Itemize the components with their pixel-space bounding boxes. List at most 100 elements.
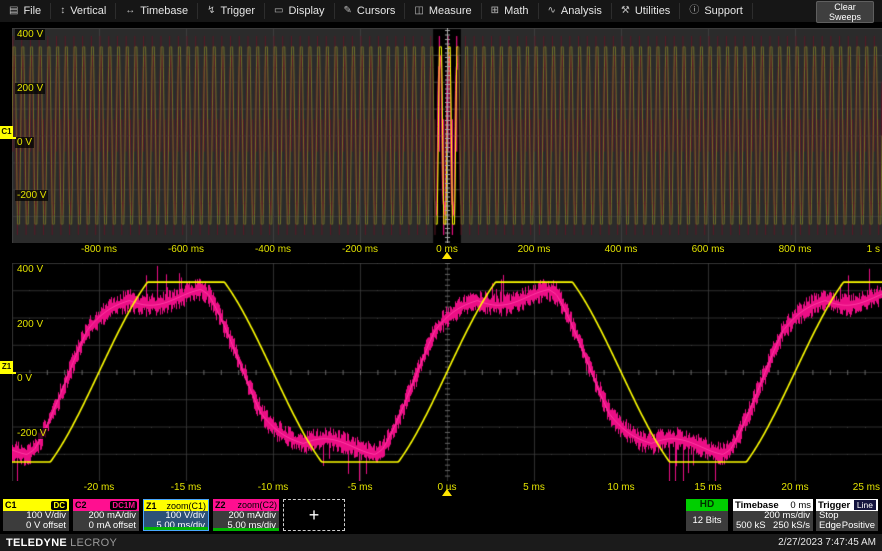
analysis-icon: ∿ (548, 6, 556, 16)
zoom-trace-label: Z2 (215, 500, 226, 510)
measure-icon: ◫ (414, 6, 423, 16)
z1-zero-marker[interactable]: Z1 (0, 361, 13, 372)
c1-zero-marker-tail (0, 137, 16, 139)
descriptor-row: C1 DC 100 V/div 0 V offset C2 DC1M 200 m… (0, 499, 882, 532)
menu-label: Support (704, 5, 743, 17)
time-tick-label: 200 ms (516, 244, 553, 256)
menu-label: Timebase (140, 5, 188, 17)
trigger-type: Edge (819, 521, 841, 531)
time-tick-label: 1 s (865, 244, 882, 256)
timebase-summary-box[interactable]: Timebase 0 ms 200 ms/div 500 kS 250 kS/s (733, 499, 813, 531)
time-tick-label: 5 ms (521, 482, 547, 494)
voltage-tick-label: -200 V (15, 428, 48, 439)
coupling-badge: DC1M (110, 501, 137, 510)
hd-mode-box[interactable]: HD 12 Bits (686, 499, 728, 531)
hd-mode-label: HD (686, 499, 728, 511)
trigger-slope: Positive (842, 521, 875, 531)
math-icon: ⊞ (491, 6, 499, 16)
menu-item-measure[interactable]: ◫ Measure (405, 3, 481, 19)
menu-label: Measure (429, 5, 472, 17)
c1-zero-marker[interactable]: C1 (0, 126, 13, 137)
brand-product: LECROY (70, 537, 117, 549)
cursors-icon: ✎ (344, 6, 352, 16)
voltage-tick-label: 400 V (15, 264, 45, 275)
support-icon: ⓘ (689, 6, 699, 16)
descriptor-c2[interactable]: C2 DC1M 200 mA/div 0 mA offset (73, 499, 139, 531)
channel-label: C1 (5, 500, 17, 510)
display-icon: ▭ (274, 6, 283, 16)
clear-sweeps-button[interactable]: Clear Sweeps (816, 1, 874, 23)
trigger-source-badge: Line (854, 500, 876, 510)
menu-item-trigger[interactable]: ↯ Trigger (198, 3, 265, 19)
menu-item-utilities[interactable]: ⚒Utilities (612, 3, 680, 19)
zoom-trace-label: Z1 (146, 501, 157, 511)
voltage-tick-label: 400 V (15, 29, 45, 40)
channel-label: C2 (75, 500, 87, 510)
menu-item-support[interactable]: ⓘ Support (680, 3, 753, 19)
menu-item-timebase[interactable]: ↔ Timebase (116, 3, 198, 19)
trigger-summary-box[interactable]: Trigger Line Stop Edge Positive (816, 499, 878, 531)
menu-label: File (23, 5, 41, 17)
vertical-icon: ↕ (60, 6, 65, 16)
plus-icon: + (309, 505, 320, 526)
file-icon: ▤ (9, 6, 18, 16)
voltage-tick-label: -200 V (15, 190, 48, 201)
time-tick-label: 25 ms (851, 482, 882, 494)
sample-count: 500 kS (736, 521, 766, 531)
zoom-link-indicator (213, 528, 279, 531)
time-tick-label: -200 ms (340, 244, 380, 256)
menu-item-cursors[interactable]: ✎ Cursors (335, 3, 406, 19)
menu-item-vertical[interactable]: ↕ Vertical (51, 3, 116, 19)
menu-item-file[interactable]: ▤ File (0, 3, 51, 19)
menu-item-analysis[interactable]: ∿ Analysis (539, 3, 612, 19)
offset-value: 0 mA offset (73, 521, 139, 531)
time-tick-label: -800 ms (79, 244, 119, 256)
utilities-icon: ⚒ (621, 6, 630, 16)
time-tick-label: -600 ms (166, 244, 206, 256)
resolution-label: 12 Bits (686, 511, 728, 531)
menu-item-math[interactable]: ⊞ Math (482, 3, 539, 19)
zoom-graticule: 400 V200 V0 V-200 V Z1 -20 ms-15 ms-10 m… (0, 259, 882, 498)
time-tick-label: 20 ms (779, 482, 810, 494)
add-trace-button[interactable]: + (283, 499, 345, 531)
zoom-waveform-canvas[interactable] (12, 263, 882, 481)
descriptor-z1[interactable]: Z1 zoom(C1) 100 V/div 5.00 ms/div (143, 499, 209, 531)
zoom-source-label: zoom(C2) (237, 500, 277, 510)
timebase-title: Timebase (735, 500, 779, 511)
trigger-icon: ↯ (207, 6, 215, 16)
time-tick-label: 400 ms (603, 244, 640, 256)
time-tick-label: -15 ms (169, 482, 204, 494)
descriptor-z2[interactable]: Z2 zoom(C2) 200 mA/div 5.00 ms/div (213, 499, 279, 531)
offset-value: 0 V offset (3, 521, 69, 531)
time-tick-label: -10 ms (256, 482, 291, 494)
menu-label: Analysis (561, 5, 602, 17)
voltage-tick-label: 0 V (15, 137, 34, 148)
trigger-title: Trigger (818, 500, 850, 511)
trigger-time-marker-main[interactable] (442, 252, 452, 259)
oscilloscope-app: ▤ File ↕ Vertical ↔ Timebase ↯ Trigger ▭Disp… (0, 0, 882, 551)
menu-bar: ▤ File ↕ Vertical ↔ Timebase ↯ Trigger ▭Disp… (0, 0, 882, 23)
menu-label: Trigger (221, 5, 255, 17)
time-tick-label: 600 ms (690, 244, 727, 256)
datetime-status: 2/27/2023 7:47:45 AM (778, 537, 876, 548)
zoom-source-label: zoom(C1) (166, 501, 206, 511)
z1-zero-marker-tail (0, 372, 16, 374)
menu-label: Math (504, 5, 528, 17)
main-waveform-canvas[interactable] (12, 28, 882, 243)
time-tick-label: -20 ms (82, 482, 117, 494)
time-tick-label: 800 ms (777, 244, 814, 256)
trigger-time-marker-zoom[interactable] (442, 489, 452, 496)
zoom-link-indicator (144, 527, 208, 530)
menu-label: Vertical (70, 5, 106, 17)
brand-vendor: TELEDYNE (6, 537, 67, 549)
status-bar: TELEDYNELECROY 2/27/2023 7:47:45 AM (0, 533, 882, 551)
time-tick-label: 10 ms (605, 482, 636, 494)
time-tick-label: -400 ms (253, 244, 293, 256)
timebase-icon: ↔ (125, 6, 135, 16)
main-graticule: 400 V200 V0 V-200 V C1 -800 ms-600 ms-40… (0, 23, 882, 259)
menu-label: Cursors (357, 5, 396, 17)
voltage-tick-label: 0 V (15, 373, 34, 384)
menu-item-display[interactable]: ▭Display (265, 3, 335, 19)
sample-rate: 250 kS/s (773, 521, 810, 531)
descriptor-c1[interactable]: C1 DC 100 V/div 0 V offset (3, 499, 69, 531)
